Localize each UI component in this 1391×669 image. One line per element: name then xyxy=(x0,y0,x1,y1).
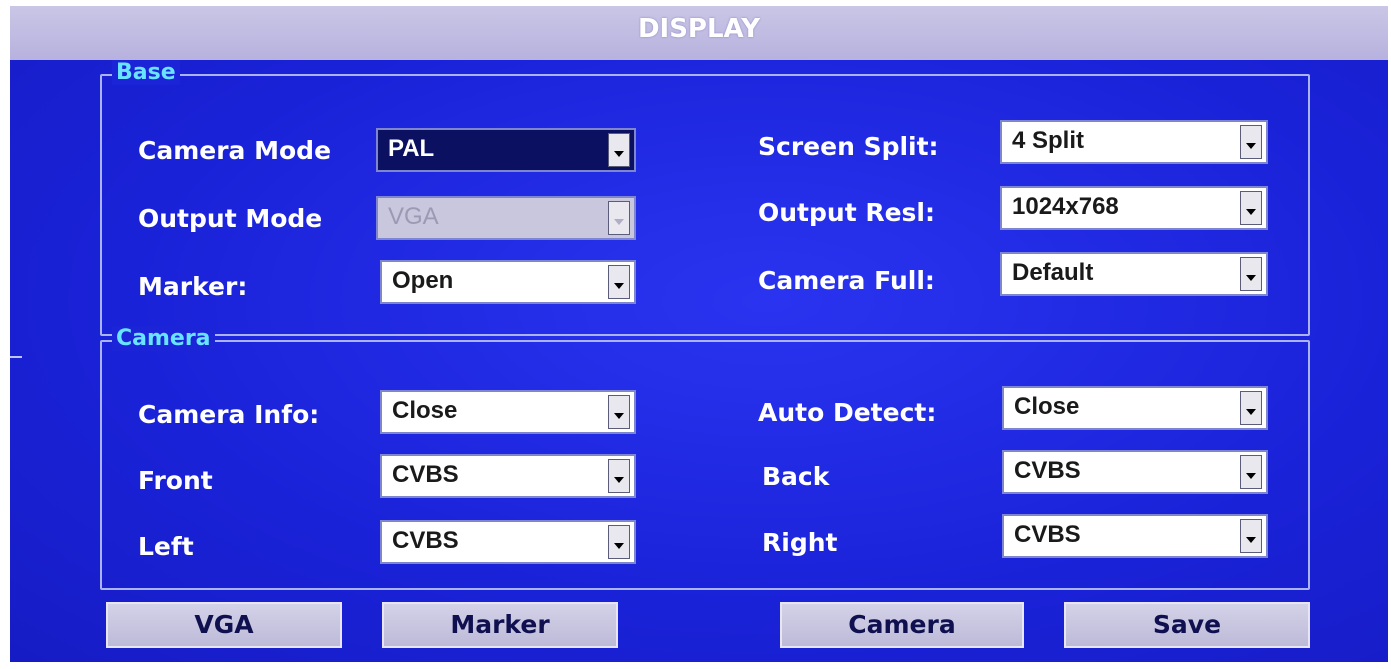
marker-value: Open xyxy=(392,267,454,294)
chevron-down-icon[interactable] xyxy=(608,265,630,299)
chevron-down-icon[interactable] xyxy=(1240,519,1262,553)
screen-split-value: 4 Split xyxy=(1012,127,1085,154)
camera-info-value: Close xyxy=(392,397,458,424)
window-title: DISPLAY xyxy=(637,14,761,44)
camera-mode-select[interactable]: PAL xyxy=(376,128,636,172)
chevron-down-icon[interactable] xyxy=(608,525,630,559)
chevron-down-icon[interactable] xyxy=(608,133,630,167)
title-bar: DISPLAY xyxy=(10,6,1388,60)
screen-split-label: Screen Split: xyxy=(758,132,939,161)
camera-info-label: Camera Info: xyxy=(138,400,320,429)
vga-button[interactable]: VGA xyxy=(106,602,342,648)
chevron-down-icon xyxy=(608,201,630,235)
back-select[interactable]: CVBS xyxy=(1002,450,1268,494)
front-value: CVBS xyxy=(392,461,459,488)
marker-select[interactable]: Open xyxy=(380,260,636,304)
back-label: Back xyxy=(762,462,830,491)
chevron-down-icon[interactable] xyxy=(1240,191,1262,225)
chevron-down-icon[interactable] xyxy=(608,459,630,493)
front-label: Front xyxy=(138,466,213,495)
output-resl-select[interactable]: 1024x768 xyxy=(1000,186,1268,230)
chevron-down-icon[interactable] xyxy=(1240,257,1262,291)
base-legend: Base xyxy=(112,60,180,85)
front-select[interactable]: CVBS xyxy=(380,454,636,498)
camera-full-select[interactable]: Default xyxy=(1000,252,1268,296)
output-mode-value: VGA xyxy=(388,203,439,230)
back-value: CVBS xyxy=(1014,457,1081,484)
output-resl-label: Output Resl: xyxy=(758,198,936,227)
auto-detect-value: Close xyxy=(1014,393,1080,420)
left-value: CVBS xyxy=(392,527,459,554)
screen-split-select[interactable]: 4 Split xyxy=(1000,120,1268,164)
auto-detect-label: Auto Detect: xyxy=(758,398,937,427)
camera-legend: Camera xyxy=(112,326,215,351)
camera-full-label: Camera Full: xyxy=(758,266,935,295)
camera-button[interactable]: Camera xyxy=(780,602,1024,648)
output-resl-value: 1024x768 xyxy=(1012,193,1119,220)
output-mode-select: VGA xyxy=(376,196,636,240)
output-mode-label: Output Mode xyxy=(138,204,323,233)
marker-button[interactable]: Marker xyxy=(382,602,618,648)
camera-mode-label: Camera Mode xyxy=(138,136,332,165)
left-label: Left xyxy=(138,532,194,561)
edge-tick xyxy=(10,356,22,358)
camera-full-value: Default xyxy=(1012,259,1094,286)
chevron-down-icon[interactable] xyxy=(1240,455,1262,489)
right-label: Right xyxy=(762,528,838,557)
camera-info-select[interactable]: Close xyxy=(380,390,636,434)
chevron-down-icon[interactable] xyxy=(1240,391,1262,425)
right-select[interactable]: CVBS xyxy=(1002,514,1268,558)
marker-label: Marker: xyxy=(138,272,248,301)
right-value: CVBS xyxy=(1014,521,1081,548)
left-select[interactable]: CVBS xyxy=(380,520,636,564)
auto-detect-select[interactable]: Close xyxy=(1002,386,1268,430)
camera-mode-value: PAL xyxy=(388,135,435,162)
chevron-down-icon[interactable] xyxy=(608,395,630,429)
save-button[interactable]: Save xyxy=(1064,602,1310,648)
chevron-down-icon[interactable] xyxy=(1240,125,1262,159)
display-screen: DISPLAY Base Camera Mode PAL Output Mode… xyxy=(10,6,1388,662)
